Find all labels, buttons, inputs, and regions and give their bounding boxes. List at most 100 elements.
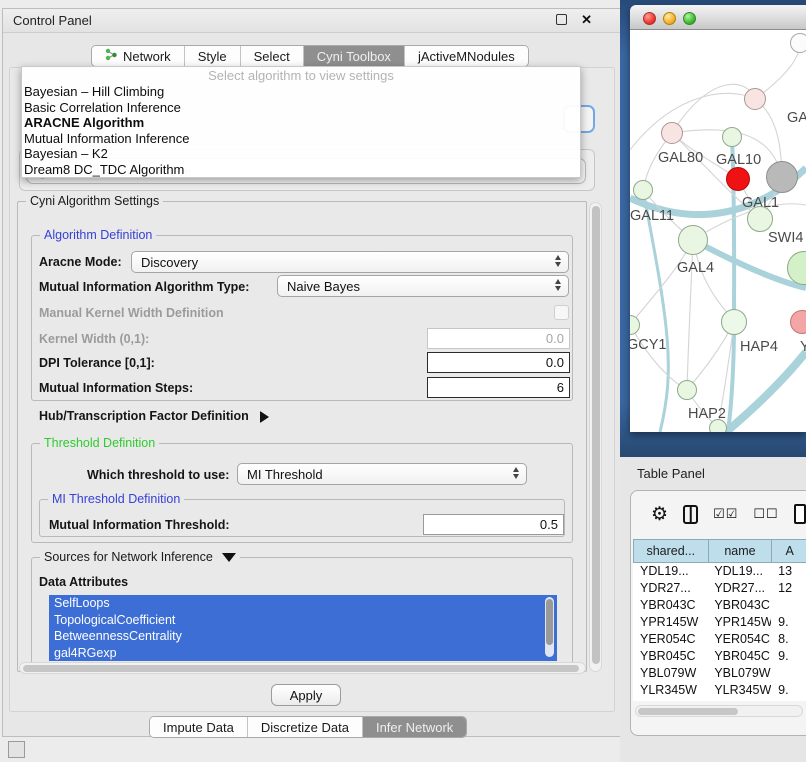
table-row[interactable]: YER054CYER054C8. xyxy=(633,631,806,648)
close-panel-icon[interactable]: ✕ xyxy=(581,14,592,25)
node-gal[interactable] xyxy=(744,88,766,110)
mi-algorithm-type-combo[interactable]: Naive Bayes xyxy=(277,275,569,297)
table-row[interactable]: YBR043CYBR043C xyxy=(633,597,806,614)
column-header-name[interactable]: name xyxy=(708,539,772,563)
table-row[interactable]: YBL079WYBL079W xyxy=(633,665,806,682)
columns-icon[interactable] xyxy=(683,505,698,524)
dpi-tolerance-field[interactable]: 0.0 xyxy=(427,352,570,373)
table-row[interactable]: YIL052CYIL052C9. xyxy=(633,699,806,701)
aracne-mode-combo[interactable]: Discovery xyxy=(131,251,569,273)
table-cell: YBR045C xyxy=(633,648,707,665)
node-gal10[interactable] xyxy=(722,127,742,147)
algorithm-dropdown-popup: Select algorithm to view settings Bayesi… xyxy=(21,66,581,178)
column-header-a[interactable]: A xyxy=(771,539,806,563)
tab-label: Select xyxy=(254,49,290,64)
table-cell: YDR27... xyxy=(707,580,771,597)
close-window-icon[interactable] xyxy=(643,12,656,25)
mi-threshold-value: 0.5 xyxy=(540,517,558,532)
algorithm-option-dream8-dc-tdc-algorithm[interactable]: Dream8 DC_TDC Algorithm xyxy=(22,162,580,178)
hub-definition-toggle[interactable]: Hub/Transcription Factor Definition xyxy=(39,409,269,423)
table-panel-toolbar: ⚙ ☑☑ ☐☐ xyxy=(631,491,806,537)
attributes-list-scrollbar[interactable] xyxy=(545,597,554,657)
table-body: YDL19...YDL19...13YDR27...YDR27...12YBR0… xyxy=(633,563,806,701)
tab-style[interactable]: Style xyxy=(185,46,241,66)
node[interactable] xyxy=(766,161,798,193)
settings-vertical-scrollbar[interactable] xyxy=(589,202,602,672)
expanded-arrow-icon xyxy=(222,553,236,562)
table-cell: YBL079W xyxy=(633,665,707,682)
attribute-item-gal4rgexp[interactable]: gal4RGexp xyxy=(49,645,557,662)
table-cell: YIL052C xyxy=(707,699,771,701)
node[interactable] xyxy=(747,206,773,232)
mi-steps-field[interactable]: 6 xyxy=(427,377,570,398)
gear-icon[interactable]: ⚙ xyxy=(651,505,668,524)
node-gal11[interactable] xyxy=(633,180,653,200)
node[interactable] xyxy=(709,419,727,432)
node-hap2[interactable] xyxy=(677,380,697,400)
tab-label: Discretize Data xyxy=(261,720,349,735)
which-threshold-combo[interactable]: MI Threshold xyxy=(237,463,527,485)
settings-horizontal-scrollbar[interactable] xyxy=(19,662,586,674)
attribute-item-topologicalcoefficient[interactable]: TopologicalCoefficient xyxy=(49,612,557,629)
checkbox-checked-pair-icon[interactable]: ☑☑ xyxy=(713,506,738,522)
attribute-item-betweennesscentrality[interactable]: BetweennessCentrality xyxy=(49,628,557,645)
table-row[interactable]: YBR045CYBR045C9. xyxy=(633,648,806,665)
minimize-window-icon[interactable] xyxy=(663,12,676,25)
node-label-hap4: HAP4 xyxy=(740,339,778,355)
mi-threshold-field[interactable]: 0.5 xyxy=(423,514,564,535)
tab-infer-network[interactable]: Infer Network xyxy=(363,717,466,737)
zoom-window-icon[interactable] xyxy=(683,12,696,25)
node[interactable] xyxy=(790,33,806,53)
table-row[interactable]: YDL19...YDL19...13 xyxy=(633,563,806,580)
node-gal4[interactable] xyxy=(678,225,708,255)
mi-steps-label: Mutual Information Steps: xyxy=(39,381,193,395)
table-cell: YLR345W xyxy=(633,682,707,699)
column-header-shared[interactable]: shared... xyxy=(633,539,708,563)
table-horizontal-scrollbar[interactable] xyxy=(635,705,803,717)
node-hap4[interactable] xyxy=(721,309,747,335)
algorithm-option-bayesian-hill-climbing[interactable]: Bayesian – Hill Climbing xyxy=(22,84,580,100)
tab-label: Style xyxy=(198,49,227,64)
node-label-gal4: GAL4 xyxy=(677,260,714,276)
table-cell: YER054C xyxy=(633,631,707,648)
algorithm-definition-title: Algorithm Definition xyxy=(40,228,156,242)
tab-cyni-toolbox[interactable]: Cyni Toolbox xyxy=(304,46,405,66)
data-attributes-list[interactable]: SelfLoopsTopologicalCoefficientBetweenne… xyxy=(49,595,557,661)
tab-discretize-data[interactable]: Discretize Data xyxy=(248,717,363,737)
apply-button-label: Apply xyxy=(290,688,323,703)
collapsed-arrow-icon xyxy=(260,411,269,423)
control-panel-titlebar: Control Panel ✕ xyxy=(3,9,620,33)
apply-button[interactable]: Apply xyxy=(271,684,341,706)
combo-arrows-icon xyxy=(555,279,561,291)
table-cell xyxy=(771,597,806,614)
manual-kernel-width-checkbox[interactable] xyxy=(554,305,569,320)
table-row[interactable]: YLR345WYLR345W9. xyxy=(633,682,806,699)
algorithm-option-bayesian-k2[interactable]: Bayesian – K2 xyxy=(22,146,580,162)
minimized-panel-icon[interactable] xyxy=(8,741,25,758)
attribute-item-selfloops[interactable]: SelfLoops xyxy=(49,595,557,612)
tab-network[interactable]: Network xyxy=(92,46,185,66)
network-canvas[interactable]: GALGAL80GAL10GAL1GAL11SWI4GAL4GCY1HAP4YH… xyxy=(630,30,806,432)
algorithm-option-mutual-information-inference[interactable]: Mutual Information Inference xyxy=(22,131,580,147)
node-gal80[interactable] xyxy=(661,122,683,144)
table-row[interactable]: YPR145WYPR145W9. xyxy=(633,614,806,631)
float-panel-icon[interactable] xyxy=(556,14,567,25)
node-attribute-table[interactable]: shared...nameA YDL19...YDL19...13YDR27..… xyxy=(633,539,806,701)
tab-impute-data[interactable]: Impute Data xyxy=(150,717,248,737)
checkbox-unchecked-pair-icon[interactable]: ☐☐ xyxy=(753,506,778,522)
tab-label: Cyni Toolbox xyxy=(317,49,391,64)
sources-group-title[interactable]: Sources for Network Inference xyxy=(40,550,240,564)
kernel-width-field[interactable]: 0.0 xyxy=(427,328,570,349)
table-cell: YIL052C xyxy=(633,699,707,701)
node-label-gcy1: GCY1 xyxy=(630,337,667,353)
table-cell: 9. xyxy=(771,614,806,631)
table-row[interactable]: YDR27...YDR27...12 xyxy=(633,580,806,597)
file-icon[interactable] xyxy=(794,504,806,524)
tab-jactivemnodules[interactable]: jActiveMNodules xyxy=(405,46,528,66)
algorithm-option-basic-correlation-inference[interactable]: Basic Correlation Inference xyxy=(22,100,580,116)
control-panel-window: Control Panel ✕ Network Style Select Cyni T… xyxy=(2,8,620,737)
node-gal1[interactable] xyxy=(726,167,750,191)
tab-select[interactable]: Select xyxy=(241,46,304,66)
algorithm-option-aracne-algorithm[interactable]: ARACNE Algorithm xyxy=(22,115,580,131)
mi-algorithm-type-value: Naive Bayes xyxy=(287,279,360,294)
